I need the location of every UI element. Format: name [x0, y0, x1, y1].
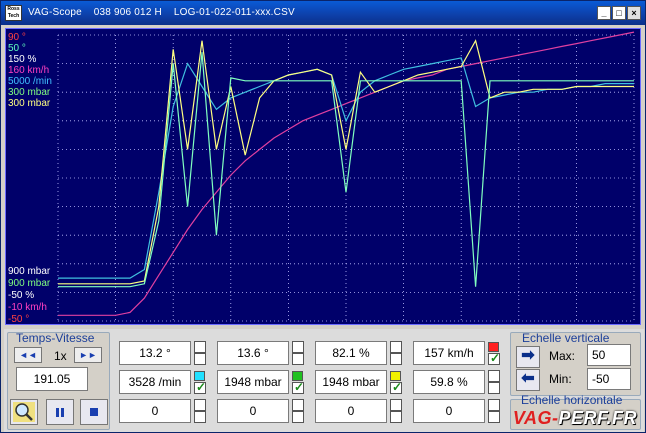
- app-logo-icon: Ross Tech: [5, 5, 22, 21]
- fast-forward-button[interactable]: ►►: [74, 347, 102, 363]
- channel-value-field: 3528 /min: [119, 370, 191, 394]
- y-label-top: 5000 /min: [8, 76, 52, 87]
- channel-value-field: 0: [315, 399, 387, 423]
- stop-icon: [90, 408, 98, 416]
- channel-color-empty[interactable]: [292, 399, 304, 411]
- channel-color-empty[interactable]: [194, 341, 206, 353]
- channel-display-checkbox[interactable]: [488, 351, 500, 365]
- channel-color-empty[interactable]: [390, 341, 402, 353]
- channel-color-empty[interactable]: [488, 399, 500, 411]
- pause-button[interactable]: [46, 399, 74, 425]
- time-position-field[interactable]: 191.05: [16, 367, 88, 391]
- channel-value-field: 82.1 %: [315, 341, 387, 365]
- scope-plot: [57, 31, 635, 322]
- speed-label: 1x: [54, 349, 67, 363]
- arrow-right-icon: ➡: [521, 347, 535, 364]
- arrow-left-icon: ⬅: [521, 370, 535, 387]
- magnifier-icon: [13, 402, 35, 422]
- channel-display-checkbox[interactable]: [390, 353, 402, 365]
- channel-display-checkbox[interactable]: [194, 380, 206, 394]
- zoom-button[interactable]: [10, 399, 38, 425]
- y-label-top: 300 mbar: [8, 87, 51, 98]
- y-label-bottom: -50 %: [8, 290, 35, 301]
- scale-right-button[interactable]: ➡: [516, 346, 540, 368]
- channel-display-checkbox[interactable]: [488, 411, 500, 423]
- channel-value-field: 0: [217, 399, 289, 423]
- watermark-part-b: PERF.FR: [558, 408, 637, 428]
- y-label-bottom: 900 mbar: [8, 266, 51, 277]
- channel-display-checkbox[interactable]: [292, 380, 304, 394]
- pause-icon: [56, 408, 64, 417]
- y-label-top: 50 °: [8, 43, 26, 54]
- y-label-bottom: -10 km/h: [8, 302, 47, 313]
- rewind-button[interactable]: ◄◄: [14, 347, 42, 363]
- channel-display-checkbox[interactable]: [390, 411, 402, 423]
- vag-scope-window: Ross Tech VAG-Scope 038 906 012 H LOG-01…: [0, 0, 646, 433]
- window-title: VAG-Scope 038 906 012 H LOG-01-022-011-x…: [28, 7, 295, 18]
- max-field[interactable]: 50: [587, 344, 631, 366]
- channel-color-empty[interactable]: [292, 341, 304, 353]
- channel-value-field: 1948 mbar: [315, 370, 387, 394]
- stop-button[interactable]: [80, 399, 108, 425]
- minimize-icon[interactable]: _: [597, 6, 611, 20]
- channel-display-checkbox[interactable]: [488, 382, 500, 394]
- channel-color-empty[interactable]: [390, 399, 402, 411]
- channel-value-field: 157 km/h: [413, 341, 485, 365]
- channel-display-checkbox[interactable]: [194, 353, 206, 365]
- min-label: Min:: [549, 372, 572, 386]
- horizontal-scale-title: Echelle horizontale: [521, 393, 623, 407]
- channel-display-checkbox[interactable]: [390, 380, 402, 394]
- channel-value-field: 1948 mbar: [217, 370, 289, 394]
- maximize-icon[interactable]: □: [612, 6, 626, 20]
- channel-value-field: 0: [119, 399, 191, 423]
- scale-left-button[interactable]: ⬅: [516, 369, 540, 391]
- channel-value-field: 13.6 °: [217, 341, 289, 365]
- channel-value-field: 0: [413, 399, 485, 423]
- series-line-0: [58, 31, 635, 316]
- channel-value-field: 13.2 °: [119, 341, 191, 365]
- max-label: Max:: [549, 349, 576, 363]
- y-label-top: 150 %: [8, 54, 37, 65]
- y-label-top: 160 km/h: [8, 65, 50, 76]
- y-label-bottom: -50 °: [8, 314, 30, 325]
- time-speed-title: Temps-Vitesse: [16, 331, 95, 345]
- watermark-logo: VAG-PERF.FR: [513, 408, 637, 429]
- channel-display-checkbox[interactable]: [292, 411, 304, 423]
- channel-display-checkbox[interactable]: [194, 411, 206, 423]
- y-label-top: 90 °: [8, 32, 26, 43]
- y-label-bottom: 900 mbar: [8, 278, 51, 289]
- scope-chart[interactable]: 90 ° 50 ° 150 % 160 km/h 5000 /min 300 mbar 30…: [5, 28, 641, 325]
- channel-color-empty[interactable]: [194, 399, 206, 411]
- title-bar[interactable]: Ross Tech VAG-Scope 038 906 012 H LOG-01…: [1, 1, 645, 25]
- min-field[interactable]: -50: [587, 368, 631, 390]
- channel-display-checkbox[interactable]: [292, 353, 304, 365]
- watermark-part-a: VAG-: [512, 408, 559, 428]
- app-logo-text: Ross Tech: [7, 6, 20, 19]
- vertical-scale-title: Echelle verticale: [522, 331, 610, 345]
- channel-value-field: 59.8 %: [413, 370, 485, 394]
- channel-color-empty[interactable]: [488, 370, 500, 382]
- close-icon[interactable]: ×: [627, 6, 641, 20]
- y-label-top: 300 mbar: [8, 98, 51, 109]
